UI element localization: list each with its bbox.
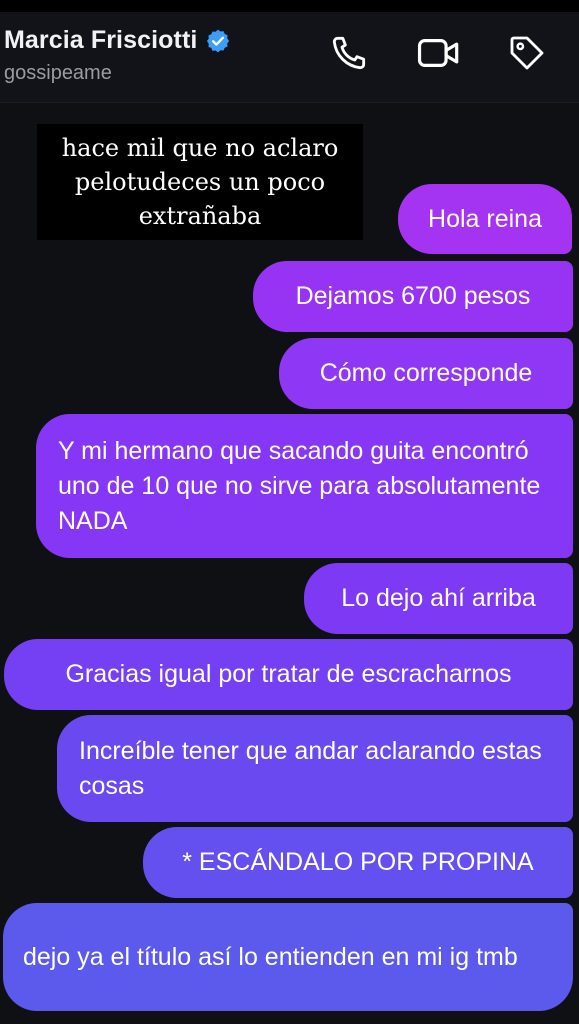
message-text: Gracias igual por tratar de escracharnos bbox=[65, 660, 512, 688]
message-bubble[interactable]: Y mi hermano que sacando guita encontró … bbox=[36, 414, 573, 558]
top-status-strip bbox=[0, 0, 579, 12]
message-bubble[interactable]: Dejamos 6700 pesos bbox=[253, 261, 573, 332]
chat-header: Marcia Frisciotti gossipeame bbox=[0, 12, 579, 103]
message-bubble[interactable]: * ESCÁNDALO POR PROPINA bbox=[143, 827, 573, 898]
message-bubble[interactable]: Lo dejo ahí arriba bbox=[304, 563, 573, 634]
message-text: Cómo corresponde bbox=[319, 359, 533, 387]
message-text: Dejamos 6700 pesos bbox=[295, 282, 531, 310]
message-bubble[interactable]: Hola reina bbox=[398, 184, 572, 254]
message-text: dejo ya el título así lo entienden en mi… bbox=[23, 942, 518, 971]
verified-badge-icon bbox=[207, 29, 230, 52]
message-text: Y mi hermano que sacando guita encontró … bbox=[58, 436, 541, 535]
contact-handle[interactable]: gossipeame bbox=[4, 62, 112, 85]
video-camera-icon bbox=[417, 39, 459, 67]
contact-name-row[interactable]: Marcia Frisciotti bbox=[4, 26, 231, 55]
audio-call-button[interactable] bbox=[326, 30, 372, 76]
message-text: * ESCÁNDALO POR PROPINA bbox=[182, 848, 534, 876]
contact-name[interactable]: Marcia Frisciotti bbox=[4, 26, 197, 55]
tag-icon bbox=[510, 36, 544, 70]
message-bubble[interactable]: dejo ya el título así lo entienden en mi… bbox=[3, 903, 573, 1011]
video-call-button[interactable] bbox=[416, 30, 462, 76]
message-text: Hola reina bbox=[428, 204, 542, 233]
phone-icon bbox=[332, 36, 366, 70]
message-bubble[interactable]: Increíble tener que andar aclarando esta… bbox=[57, 715, 573, 822]
message-bubble[interactable]: Cómo corresponde bbox=[279, 338, 573, 409]
caption-text: hace mil que no aclaro pelotudeces un po… bbox=[61, 134, 339, 230]
message-text: Increíble tener que andar aclarando esta… bbox=[79, 736, 542, 800]
message-bubble[interactable]: Gracias igual por tratar de escracharnos bbox=[4, 639, 573, 710]
story-caption: hace mil que no aclaro pelotudeces un po… bbox=[37, 124, 363, 240]
tag-button[interactable] bbox=[504, 30, 550, 76]
message-text: Lo dejo ahí arriba bbox=[341, 584, 536, 612]
